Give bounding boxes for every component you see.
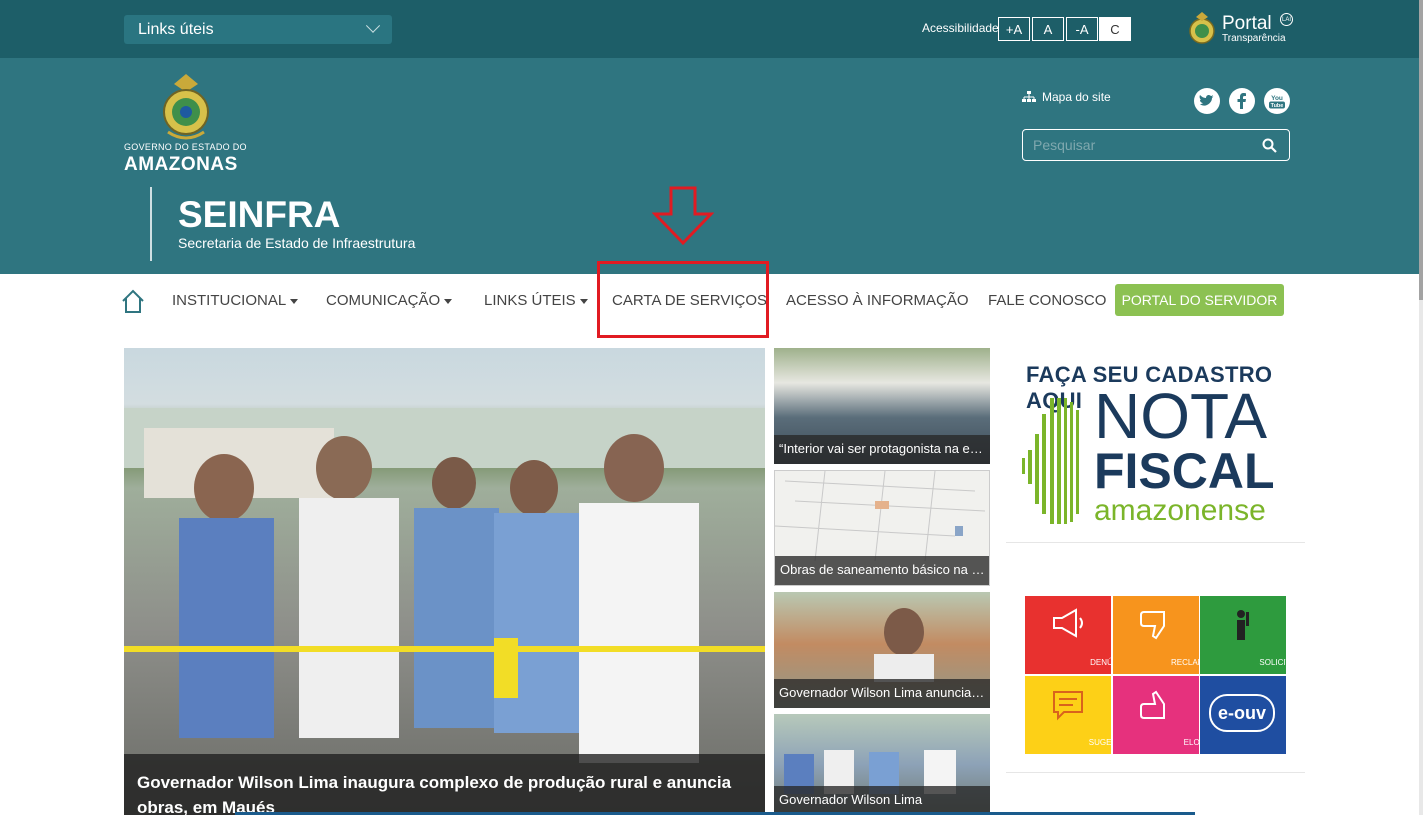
org-subtitle: Secretaria de Estado de Infraestrutura (178, 235, 416, 251)
gov-small-label: GOVERNO DO ESTADO DO (124, 142, 247, 152)
home-icon[interactable] (120, 288, 146, 314)
portal-transparencia-link[interactable]: Portal Transparência LAI (1186, 9, 1293, 49)
page-scrollbar[interactable] (1419, 0, 1423, 815)
font-normal-button[interactable]: A (1032, 17, 1064, 41)
e-ouv-logo: e-ouv (1209, 694, 1275, 732)
nav-acesso-informacao[interactable]: ACESSO À INFORMAÇÃO (786, 292, 969, 309)
state-emblem-icon (163, 74, 209, 140)
megaphone-icon (1053, 608, 1083, 638)
youtube-icon[interactable]: You Tube (1264, 88, 1290, 114)
coat-of-arms-icon (1189, 12, 1215, 44)
facebook-icon[interactable] (1229, 88, 1255, 114)
tile-label: SOLICITAÇÃO (1259, 658, 1313, 667)
thumbs-down-icon (1140, 611, 1165, 640)
org-title: SEINFRA (178, 194, 341, 235)
portal-title: Portal (1222, 13, 1272, 34)
nota-word: NOTA (1094, 380, 1268, 452)
sitemap-label: Mapa do site (1042, 90, 1111, 104)
header-divider (150, 187, 152, 261)
map-thumbnail (775, 471, 986, 562)
contrast-button[interactable]: C (1099, 17, 1131, 41)
sitemap-icon (1022, 91, 1036, 102)
portal-subtitle: Transparência (1222, 33, 1286, 44)
featured-news[interactable]: Governador Wilson Lima inaugura complexo… (124, 348, 765, 815)
svg-text:Tube: Tube (1271, 103, 1284, 109)
down-arrow-annotation-icon (652, 186, 714, 246)
news-photo (874, 608, 934, 684)
nav-institucional-label: INSTITUCIONAL (172, 292, 287, 309)
amazonense-word: amazonense (1094, 494, 1266, 527)
news-item[interactable]: “Interior vai ser protagonista na execuç… (774, 348, 990, 464)
accessibility-label: Acessibilidade (922, 21, 999, 35)
gov-big-label: AMAZONAS (124, 154, 238, 175)
twitter-icon[interactable] (1194, 88, 1220, 114)
nota-fiscal-banner[interactable]: FAÇA SEU CADASTRO AQUI NOTA FISCAL amazo… (1006, 350, 1305, 543)
nota-fiscal-logo (1022, 398, 1079, 524)
news-item[interactable]: Governador Wilson Lima (774, 714, 990, 815)
links-uteis-select[interactable]: Links úteis (124, 15, 392, 44)
tile-denuncia[interactable]: DENÚNCIA (1025, 596, 1132, 674)
caret-down-icon (444, 298, 453, 304)
speech-bubble-icon (1053, 691, 1083, 721)
fiscal-word: FISCAL (1094, 443, 1275, 499)
news-photo (774, 750, 990, 799)
ouvidoria-tiles: DENÚNCIA RECLAMAÇÃO SOLICITAÇÃO SUGESTÃO… (1025, 596, 1313, 754)
search-icon[interactable] (1262, 138, 1277, 153)
nav-fale-conosco[interactable]: FALE CONOSCO (988, 292, 1106, 309)
search-input[interactable] (1023, 130, 1243, 160)
nav-comunicacao-label: COMUNICAÇÃO (326, 292, 441, 309)
chevron-down-icon (365, 18, 381, 33)
lai-badge: LAI (1280, 13, 1293, 26)
tile-elogio[interactable]: ELOGIO (1113, 676, 1214, 754)
news-caption: Governador Wilson Lima (774, 786, 990, 815)
featured-caption: Governador Wilson Lima inaugura complexo… (124, 754, 765, 815)
highlight-box-annotation (597, 261, 769, 338)
news-item[interactable]: Governador Wilson Lima anuncia obras (774, 592, 990, 708)
scrollbar-thumb[interactable] (1419, 0, 1423, 300)
divider (1006, 772, 1305, 773)
caret-down-icon (579, 298, 588, 304)
tile-solicitacao[interactable]: SOLICITAÇÃO (1200, 596, 1313, 674)
tile-reclamacao[interactable]: RECLAMAÇÃO (1113, 596, 1227, 674)
tile-e-ouv[interactable]: e-ouv (1200, 676, 1286, 754)
svg-text:You: You (1271, 95, 1283, 102)
news-caption: Governador Wilson Lima anuncia obras (774, 679, 990, 708)
tile-sugestao[interactable]: SUGESTÃO (1025, 676, 1133, 754)
font-decrease-button[interactable]: -A (1066, 17, 1098, 41)
links-select-label: Links úteis (138, 20, 214, 38)
nav-comunicacao[interactable]: COMUNICAÇÃO (326, 292, 453, 309)
news-caption: “Interior vai ser protagonista na execuç… (774, 435, 990, 464)
nav-institucional[interactable]: INSTITUCIONAL (172, 292, 299, 309)
news-item[interactable]: Obras de saneamento básico na beira-rio (774, 470, 990, 586)
font-increase-button[interactable]: +A (998, 17, 1030, 41)
top-bar: Links úteis Acessibilidade +A A -A C Por… (0, 0, 1419, 58)
search-box (1022, 129, 1290, 161)
person-raising-hand-icon (1237, 610, 1249, 640)
caret-down-icon (290, 298, 299, 304)
portal-servidor-button[interactable]: PORTAL DO SERVIDOR (1115, 284, 1284, 316)
thumbs-up-icon (1140, 690, 1165, 719)
nav-links-uteis-label: LINKS ÚTEIS (484, 292, 576, 309)
news-caption: Obras de saneamento básico na beira-rio (775, 556, 989, 585)
sitemap-link[interactable]: Mapa do site (1022, 90, 1111, 104)
nav-links-uteis[interactable]: LINKS ÚTEIS (484, 292, 588, 309)
